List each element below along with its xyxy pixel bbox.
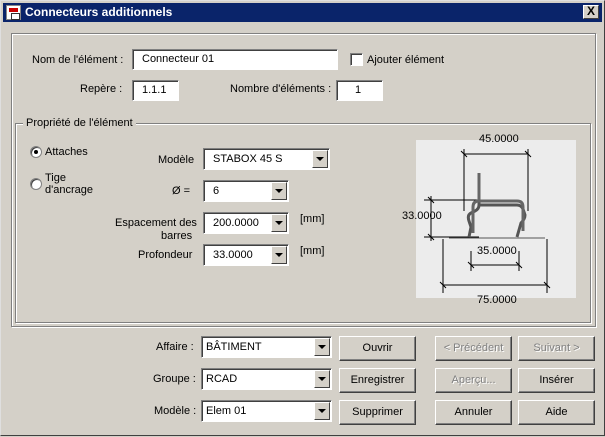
chevron-down-icon[interactable] [314,338,330,356]
affaire-label: Affaire : [156,341,194,353]
preview-button[interactable]: Aperçu... [435,368,512,393]
open-button[interactable]: Ouvrir [339,336,416,361]
dim-inner-label: 35.0000 [477,245,517,257]
insert-button[interactable]: Insérer [518,368,595,393]
groupe-select[interactable]: RCAD [201,368,332,390]
delete-button[interactable]: Supprimer [339,400,416,425]
chevron-down-icon[interactable] [314,402,330,420]
modele-select[interactable]: Elem 01 [201,400,332,422]
save-button[interactable]: Enregistrer [339,368,416,393]
cancel-button[interactable]: Annuler [435,400,512,425]
chevron-down-icon[interactable] [314,370,330,388]
next-button[interactable]: Suivant > [518,336,595,361]
affaire-select[interactable]: BÂTIMENT [201,336,332,358]
previous-button[interactable]: < Précédent [435,336,512,361]
affaire-value: BÂTIMENT [206,341,262,353]
dim-top-label: 45.0000 [479,133,519,145]
dialog-window: Connecteurs additionnels X Nom de l'élém… [0,0,605,436]
dimension-lines [424,149,551,293]
modele-label: Modèle : [154,405,197,417]
dim-left-label: 33.0000 [402,210,442,222]
groupe-value: RCAD [206,373,238,385]
groupe-label: Groupe : [153,373,196,385]
bent-bar-shape [466,173,527,238]
help-button[interactable]: Aide [518,400,595,425]
dim-bottom-label: 75.0000 [477,294,517,306]
modele-value: Elem 01 [206,405,247,417]
